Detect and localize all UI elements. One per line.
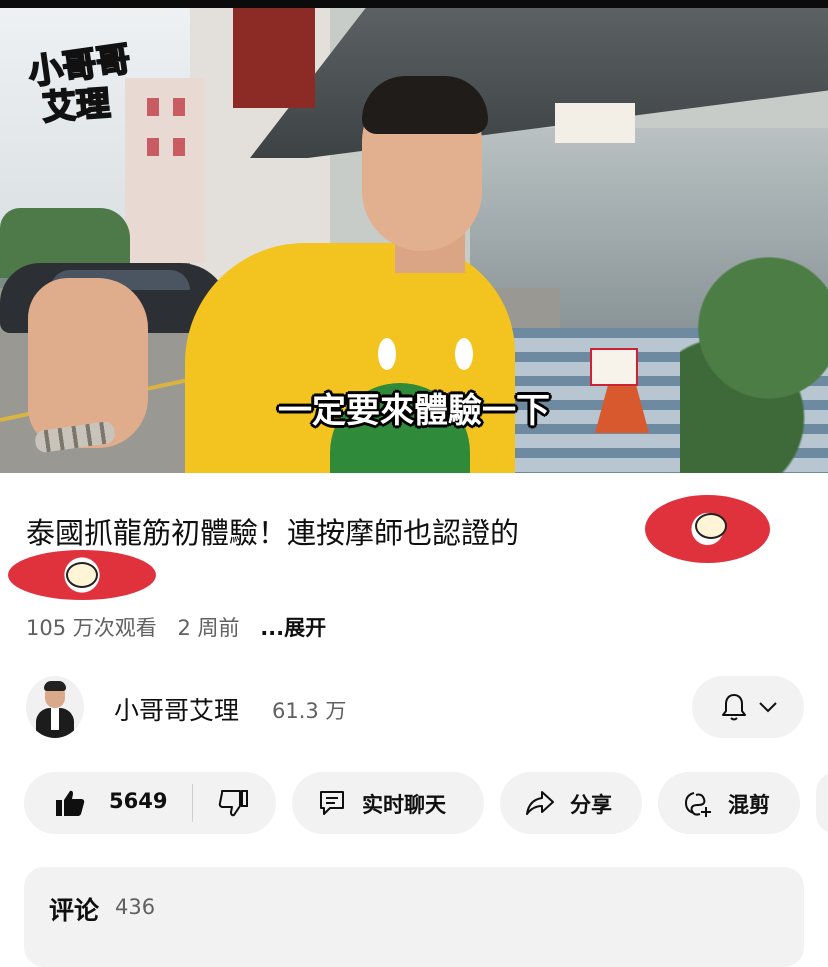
dislike-button[interactable] [193, 772, 276, 834]
thumbs-up-icon [56, 790, 85, 816]
share-arrow-icon [526, 791, 554, 815]
live-chat-button[interactable]: 实时聊天 [292, 772, 484, 834]
share-label: 分享 [570, 793, 612, 817]
scene-shirt-eye [455, 338, 473, 370]
comments-section[interactable]: 评论 436 [24, 867, 804, 967]
chat-bubble-icon [320, 791, 344, 815]
video-title-text: 泰國抓龍筋初體驗！連按摩師也認證的 [26, 516, 520, 550]
view-count: 105 万次观看 [26, 616, 157, 640]
channel-watermark-logo: 小哥哥 艾理 [25, 38, 134, 129]
emoji-sticker-icon [645, 495, 770, 563]
notification-settings-button[interactable] [692, 676, 804, 738]
video-meta[interactable]: 105 万次观看 2 周前 ...展开 [26, 612, 340, 642]
scene-shop-sign [555, 103, 635, 143]
upload-age: 2 周前 [177, 616, 240, 640]
subscriber-count: 61.3 万 [272, 699, 347, 723]
remix-icon [684, 792, 711, 817]
channel-row: 小哥哥艾理 61.3 万 [26, 676, 806, 740]
comments-title: 评论 [49, 896, 100, 925]
live-chat-label: 实时聊天 [362, 793, 446, 817]
emoji-sticker-icon [8, 550, 156, 600]
video-player[interactable]: 小哥哥 艾理 一定要來體驗一下 [0, 8, 828, 473]
chevron-down-icon [759, 702, 777, 713]
scene-shirt-eye [378, 338, 396, 370]
scene-building-pink [125, 78, 205, 263]
share-button[interactable]: 分享 [500, 772, 642, 834]
scene-poster [233, 8, 315, 108]
remix-label: 混剪 [728, 793, 770, 817]
expand-description-link[interactable]: ...展开 [260, 616, 326, 640]
like-button[interactable]: 5649 [24, 772, 192, 834]
scene-cone-sign [590, 348, 638, 386]
video-caption: 一定要來體驗一下 [278, 391, 550, 431]
like-count: 5649 [109, 789, 168, 813]
like-dislike-chip: 5649 [24, 772, 276, 834]
remix-button[interactable]: 混剪 [658, 772, 800, 834]
logo-text-line2: 艾理 [40, 83, 113, 130]
comments-count: 436 [115, 895, 156, 919]
bell-icon [722, 694, 746, 721]
more-actions-chip[interactable] [816, 772, 828, 834]
avatar[interactable] [26, 676, 84, 738]
scene-person-hair [362, 76, 488, 134]
thumbs-down-icon [218, 790, 248, 817]
channel-name[interactable]: 小哥哥艾理 [114, 691, 239, 727]
status-bar-strip [0, 0, 828, 8]
